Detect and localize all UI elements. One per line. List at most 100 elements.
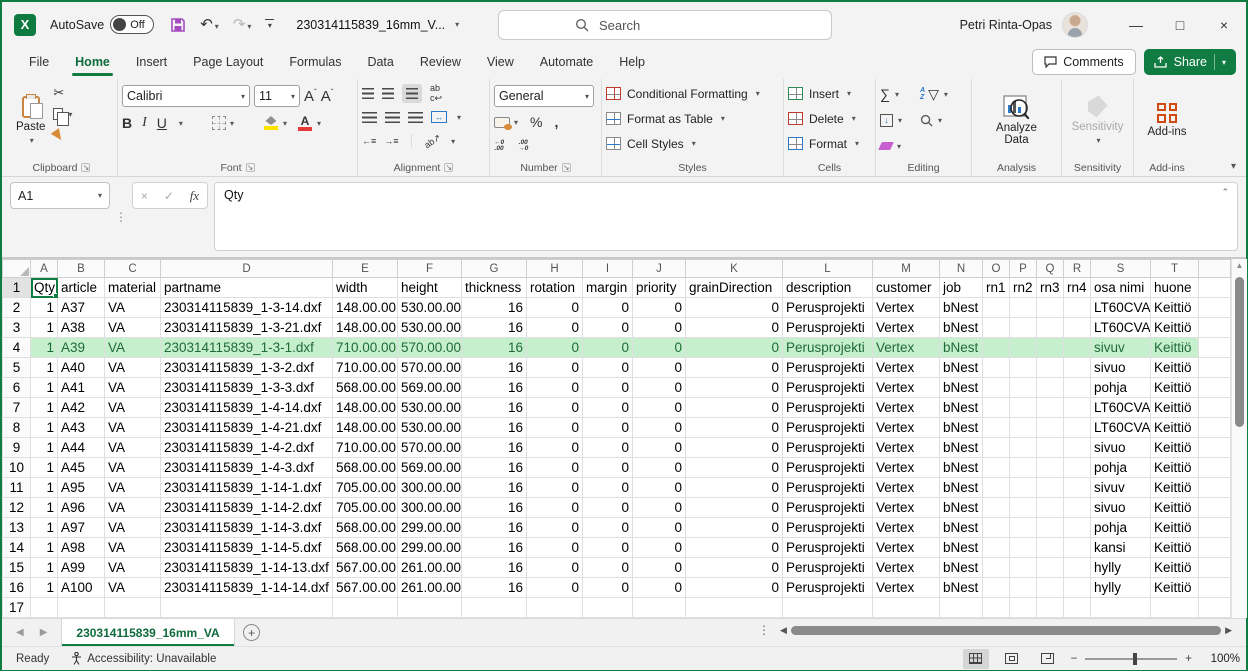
cell-H8[interactable]: 0: [527, 418, 583, 438]
cell-N2[interactable]: bNest: [940, 298, 983, 318]
align-center-button[interactable]: [385, 112, 400, 123]
minimize-button[interactable]: —: [1114, 2, 1158, 47]
cell-C1[interactable]: material: [105, 278, 161, 298]
cell-M3[interactable]: Vertex: [873, 318, 940, 338]
cell-M13[interactable]: Vertex: [873, 518, 940, 538]
cell-G11[interactable]: 16: [462, 478, 527, 498]
cell-D9[interactable]: 230314115839_1-4-2.dxf: [161, 438, 333, 458]
cell-O5[interactable]: [983, 358, 1010, 378]
cell-B2[interactable]: A37: [58, 298, 105, 318]
row-header-5[interactable]: 5: [3, 358, 31, 378]
cell-H6[interactable]: 0: [527, 378, 583, 398]
column-header-H[interactable]: H: [527, 260, 583, 278]
cell-R9[interactable]: [1064, 438, 1091, 458]
cell-O6[interactable]: [983, 378, 1010, 398]
zoom-slider[interactable]: [1085, 658, 1177, 660]
cell-A13[interactable]: 1: [31, 518, 58, 538]
cell-I10[interactable]: 0: [583, 458, 633, 478]
customize-toolbar-button[interactable]: ▾: [265, 19, 274, 30]
cell-E10[interactable]: 568.00.00: [333, 458, 398, 478]
align-right-button[interactable]: [408, 112, 423, 123]
cell-D4[interactable]: 230314115839_1-3-1.dxf: [161, 338, 333, 358]
cell-L5[interactable]: Perusprojekti: [783, 358, 873, 378]
cell-P8[interactable]: [1010, 418, 1037, 438]
cell-F5[interactable]: 570.00.00: [398, 358, 462, 378]
accounting-format-button[interactable]: ▾: [494, 117, 518, 128]
font-color-button[interactable]: A▾: [297, 116, 321, 131]
cell-B14[interactable]: A98: [58, 538, 105, 558]
underline-dropdown-icon[interactable]: ▾: [179, 119, 183, 128]
cell-S4[interactable]: sivuv: [1091, 338, 1151, 358]
format-cells-button[interactable]: Format▾: [788, 131, 871, 156]
cell-F6[interactable]: 569.00.00: [398, 378, 462, 398]
cell-M9[interactable]: Vertex: [873, 438, 940, 458]
row-header-12[interactable]: 12: [3, 498, 31, 518]
cell-E7[interactable]: 148.00.00: [333, 398, 398, 418]
cell-R16[interactable]: [1064, 578, 1091, 598]
cell-R11[interactable]: [1064, 478, 1091, 498]
fill-color-button[interactable]: ▾: [263, 116, 287, 130]
cell-P12[interactable]: [1010, 498, 1037, 518]
cell-C13[interactable]: VA: [105, 518, 161, 538]
cell-C2[interactable]: VA: [105, 298, 161, 318]
autosave-toggle[interactable]: AutoSave Off: [50, 15, 154, 34]
cell-C10[interactable]: VA: [105, 458, 161, 478]
cell-N13[interactable]: bNest: [940, 518, 983, 538]
align-left-button[interactable]: [362, 112, 377, 123]
cell-G1[interactable]: thickness: [462, 278, 527, 298]
cell-K2[interactable]: 0: [686, 298, 783, 318]
fill-button[interactable]: ↓▾: [880, 114, 920, 127]
cell-F12[interactable]: 300.00.00: [398, 498, 462, 518]
column-header-P[interactable]: P: [1010, 260, 1037, 278]
cell-K14[interactable]: 0: [686, 538, 783, 558]
cell-J8[interactable]: 0: [633, 418, 686, 438]
cell-Q7[interactable]: [1037, 398, 1064, 418]
cell-B6[interactable]: A41: [58, 378, 105, 398]
column-header-Q[interactable]: Q: [1037, 260, 1064, 278]
cell-N16[interactable]: bNest: [940, 578, 983, 598]
cell-E11[interactable]: 705.00.00: [333, 478, 398, 498]
cell-A8[interactable]: 1: [31, 418, 58, 438]
add-sheet-button[interactable]: +: [235, 619, 269, 646]
cell-T7[interactable]: Keittiö: [1151, 398, 1199, 418]
cell-T9[interactable]: Keittiö: [1151, 438, 1199, 458]
cell-K16[interactable]: 0: [686, 578, 783, 598]
autosum-button[interactable]: ∑▾: [880, 86, 920, 102]
row-header-15[interactable]: 15: [3, 558, 31, 578]
cell-A10[interactable]: 1: [31, 458, 58, 478]
cell-E1[interactable]: width: [333, 278, 398, 298]
cell-D17[interactable]: [161, 598, 333, 618]
cell-M11[interactable]: Vertex: [873, 478, 940, 498]
cell-L10[interactable]: Perusprojekti: [783, 458, 873, 478]
sheet-options-icon[interactable]: ⋮: [758, 623, 770, 637]
cell-H12[interactable]: 0: [527, 498, 583, 518]
column-header-I[interactable]: I: [583, 260, 633, 278]
cell-P1[interactable]: rn2: [1010, 278, 1037, 298]
horizontal-scrollbar[interactable]: ◀ ▶: [780, 624, 1232, 637]
cell-B17[interactable]: [58, 598, 105, 618]
column-header-R[interactable]: R: [1064, 260, 1091, 278]
cell-O13[interactable]: [983, 518, 1010, 538]
collapse-formula-bar-icon[interactable]: ⌃: [1221, 187, 1229, 198]
row-header-8[interactable]: 8: [3, 418, 31, 438]
column-header-G[interactable]: G: [462, 260, 527, 278]
cell-M17[interactable]: [873, 598, 940, 618]
cell-O3[interactable]: [983, 318, 1010, 338]
cell-G17[interactable]: [462, 598, 527, 618]
cell-H3[interactable]: 0: [527, 318, 583, 338]
cell-H5[interactable]: 0: [527, 358, 583, 378]
cell-O7[interactable]: [983, 398, 1010, 418]
cell-I17[interactable]: [583, 598, 633, 618]
cell-T12[interactable]: Keittiö: [1151, 498, 1199, 518]
cell-I1[interactable]: margin: [583, 278, 633, 298]
next-sheet-icon[interactable]: ▶: [40, 627, 48, 638]
percent-style-button[interactable]: %: [530, 114, 542, 130]
cell-F11[interactable]: 300.00.00: [398, 478, 462, 498]
cell-P11[interactable]: [1010, 478, 1037, 498]
cell-K8[interactable]: 0: [686, 418, 783, 438]
search-input[interactable]: Search: [498, 10, 832, 40]
cell-Q16[interactable]: [1037, 578, 1064, 598]
cell-T10[interactable]: Keittiö: [1151, 458, 1199, 478]
cell-K10[interactable]: 0: [686, 458, 783, 478]
cell-R7[interactable]: [1064, 398, 1091, 418]
